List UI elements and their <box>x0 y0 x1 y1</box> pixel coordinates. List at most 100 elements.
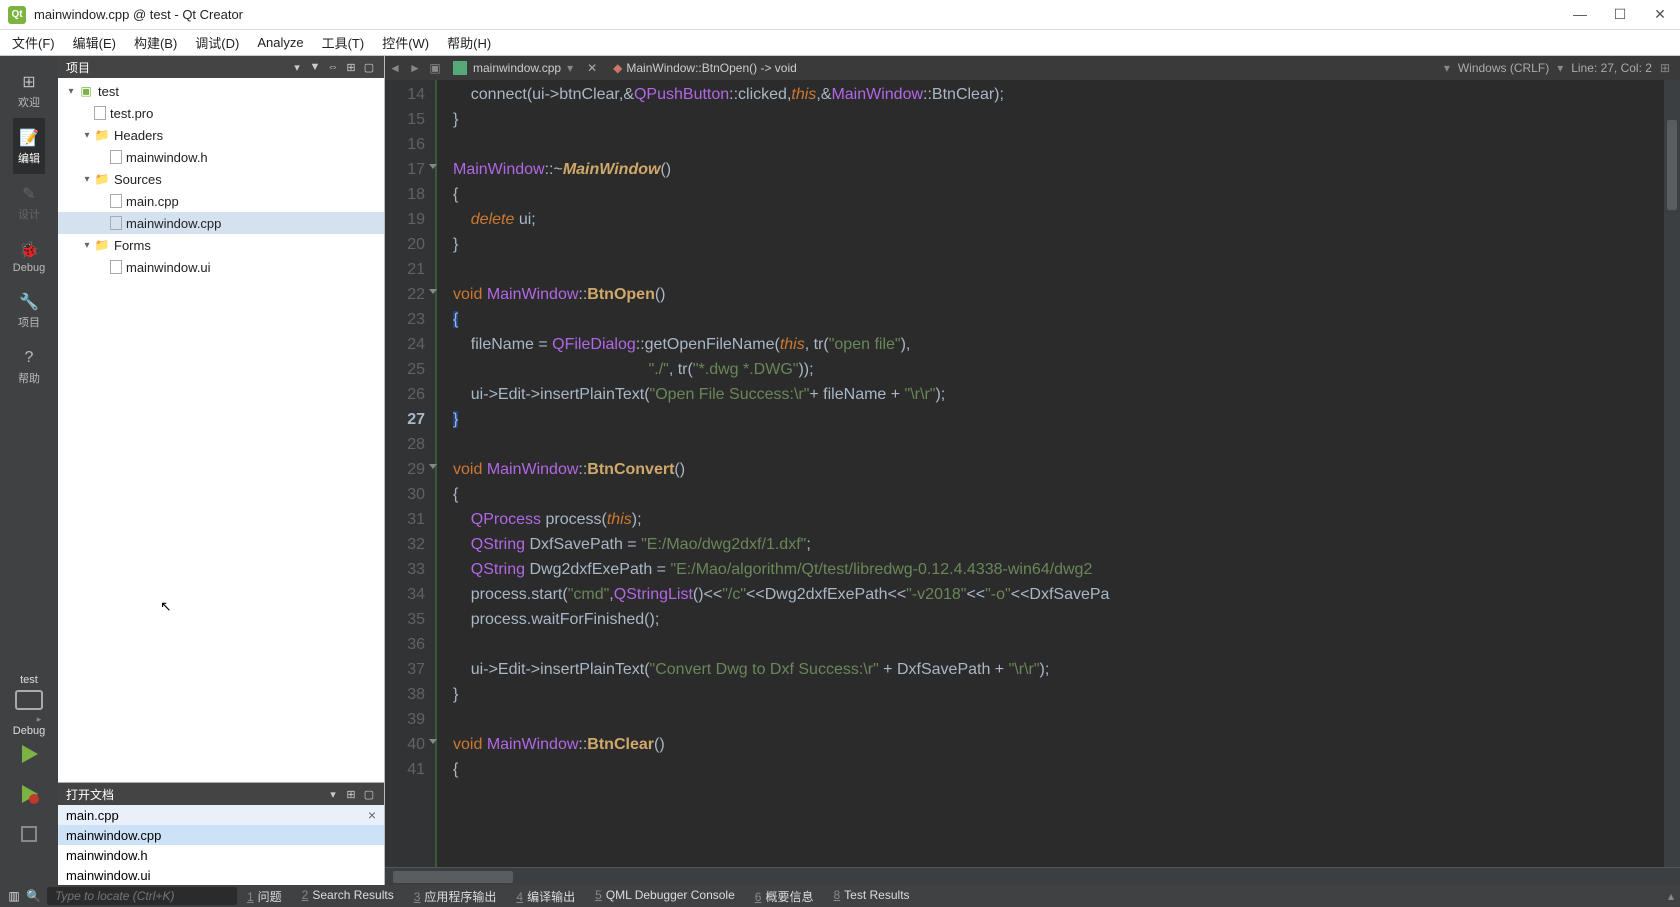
rail-编辑[interactable]: 📝编辑 <box>13 118 45 174</box>
project-panel-title: 项目 <box>66 59 90 76</box>
debug-run-icon[interactable] <box>18 783 40 805</box>
maximize-button[interactable]: ☐ <box>1612 6 1628 23</box>
doc-label: mainwindow.h <box>66 848 148 863</box>
rail-icon: ? <box>17 346 41 370</box>
run-target[interactable]: test ▸ Debug <box>13 668 45 743</box>
filter-icon[interactable]: ▼ <box>308 61 322 74</box>
doc-label: mainwindow.ui <box>66 868 151 883</box>
menu-item[interactable]: 工具(T) <box>314 31 373 54</box>
expand-icon[interactable]: ▾ <box>80 174 94 185</box>
open-docs-title: 打开文档 <box>66 786 114 803</box>
mode-rail: ⊞欢迎📝编辑✎设计🐞Debug🔧项目?帮助 test ▸ Debug <box>0 56 58 885</box>
panel-dropdown-icon[interactable]: ▾ <box>290 61 304 74</box>
horizontal-scrollbar[interactable] <box>385 867 1680 885</box>
tree-item[interactable]: ▾📁Forms <box>58 234 384 256</box>
build-icon[interactable] <box>18 823 40 845</box>
encoding-label[interactable]: Windows (CRLF) <box>1458 61 1549 75</box>
tree-label: test <box>98 84 119 99</box>
run-icon[interactable] <box>18 743 40 765</box>
tree-item[interactable]: mainwindow.ui <box>58 256 384 278</box>
panel-toggle-icon[interactable]: ▥ <box>6 889 22 903</box>
status-panel-Search Results[interactable]: 2Search Results <box>292 888 404 905</box>
open-docs-split-icon[interactable]: ⊞ <box>344 788 358 801</box>
split-icon[interactable]: ⊞ <box>344 61 358 74</box>
menu-item[interactable]: 文件(F) <box>4 31 63 54</box>
tree-label: Forms <box>114 238 151 253</box>
close-tab-icon[interactable]: ✕ <box>581 61 603 75</box>
rail-欢迎[interactable]: ⊞欢迎 <box>13 62 45 118</box>
close-button[interactable]: ✕ <box>1652 6 1668 23</box>
open-doc-item[interactable]: mainwindow.h <box>58 845 384 865</box>
rail-项目[interactable]: 🔧项目 <box>13 282 45 338</box>
tree-item[interactable]: main.cpp <box>58 190 384 212</box>
nav-back-icon[interactable]: ◄ <box>385 61 405 75</box>
monitor-icon <box>15 690 43 710</box>
tree-label: Headers <box>114 128 163 143</box>
tree-item[interactable]: test.pro <box>58 102 384 124</box>
menu-item[interactable]: 编辑(E) <box>65 31 124 54</box>
tree-item[interactable]: ▾▣test <box>58 80 384 102</box>
run-target-name: test <box>13 674 45 686</box>
project-tree[interactable]: ▾▣test test.pro ▾📁Headers mainwindow.h ▾📁Sou… <box>58 78 384 782</box>
status-panel-问题[interactable]: 1问题 <box>237 888 292 905</box>
cpp-file-icon <box>453 61 467 75</box>
tree-label: test.pro <box>110 106 153 121</box>
code-editor[interactable]: 1415161718192021222324252627282930313233… <box>385 80 1680 867</box>
open-doc-item[interactable]: main.cpp × <box>58 805 384 825</box>
rail-icon: 📝 <box>17 126 41 150</box>
status-panel-Test Results[interactable]: 8Test Results <box>823 888 919 905</box>
rail-Debug[interactable]: 🐞Debug <box>13 230 45 282</box>
tree-item[interactable]: ▾📁Headers <box>58 124 384 146</box>
tree-item[interactable]: ▾📁Sources <box>58 168 384 190</box>
rail-设计[interactable]: ✎设计 <box>13 174 45 230</box>
rail-帮助[interactable]: ?帮助 <box>13 338 45 394</box>
link-icon[interactable]: ⇔ <box>326 61 340 74</box>
vertical-scrollbar[interactable] <box>1664 80 1680 867</box>
rail-label: 帮助 <box>18 370 40 386</box>
rail-label: 欢迎 <box>18 94 40 110</box>
tree-label: mainwindow.h <box>126 150 208 165</box>
menu-item[interactable]: 帮助(H) <box>439 31 499 54</box>
app-logo-icon: Qt <box>8 6 26 24</box>
side-panel: 项目 ▾ ▼ ⇔ ⊞ ▢ ▾▣test test.pro ▾📁Headers main… <box>58 56 385 885</box>
expand-icon[interactable]: ▾ <box>80 130 94 141</box>
menu-item[interactable]: 构建(B) <box>126 31 185 54</box>
active-file-tab[interactable]: mainwindow.cpp ▾ <box>445 61 581 75</box>
expand-icon[interactable]: ▾ <box>64 86 78 97</box>
open-docs-dropdown-icon[interactable]: ▾ <box>326 788 340 801</box>
panel-close-icon[interactable]: ▢ <box>362 61 376 74</box>
open-docs-header: 打开文档 ▾ ⊞ ▢ <box>58 783 384 805</box>
close-doc-icon[interactable]: × <box>368 807 376 823</box>
open-doc-item[interactable]: mainwindow.ui <box>58 865 384 885</box>
expand-icon[interactable]: ▾ <box>80 240 94 251</box>
project-panel-header: 项目 ▾ ▼ ⇔ ⊞ ▢ <box>58 56 384 78</box>
tree-item[interactable]: mainwindow.h <box>58 146 384 168</box>
status-panel-QML Debugger Console[interactable]: 5QML Debugger Console <box>585 888 745 905</box>
minimize-button[interactable]: — <box>1572 6 1588 23</box>
symbol-selector[interactable]: ◆ MainWindow::BtnOpen() -> void <box>603 61 1444 75</box>
locator-input[interactable] <box>47 887 237 905</box>
rail-label: Debug <box>13 262 45 274</box>
split-editor-icon[interactable]: ⊞ <box>1660 61 1670 75</box>
rail-icon: 🐞 <box>17 238 41 262</box>
rail-label: 编辑 <box>18 150 40 166</box>
status-chevron-icon[interactable]: ▴ <box>1668 889 1674 903</box>
tree-item[interactable]: mainwindow.cpp <box>58 212 384 234</box>
menu-item[interactable]: 调试(D) <box>187 31 247 54</box>
tree-label: main.cpp <box>126 194 179 209</box>
menu-item[interactable]: 控件(W) <box>374 31 437 54</box>
status-panel-概要信息[interactable]: 6概要信息 <box>745 888 824 905</box>
bookmark-icon[interactable]: ▣ <box>425 61 445 75</box>
editor-toolbar: ◄ ► ▣ mainwindow.cpp ▾ ✕ ◆ MainWindow::B… <box>385 56 1680 80</box>
menu-item[interactable]: Analyze <box>249 33 311 52</box>
status-panel-编译输出[interactable]: 4编译输出 <box>506 888 585 905</box>
open-doc-item[interactable]: mainwindow.cpp <box>58 825 384 845</box>
doc-label: main.cpp <box>66 808 119 823</box>
nav-fwd-icon[interactable]: ► <box>405 61 425 75</box>
open-docs-close-icon[interactable]: ▢ <box>362 788 376 801</box>
rail-label: 项目 <box>18 314 40 330</box>
tree-label: Sources <box>114 172 162 187</box>
rail-icon: ✎ <box>17 182 41 206</box>
status-panel-应用程序输出[interactable]: 3应用程序输出 <box>404 888 507 905</box>
cursor-pos-label[interactable]: Line: 27, Col: 2 <box>1571 61 1652 75</box>
